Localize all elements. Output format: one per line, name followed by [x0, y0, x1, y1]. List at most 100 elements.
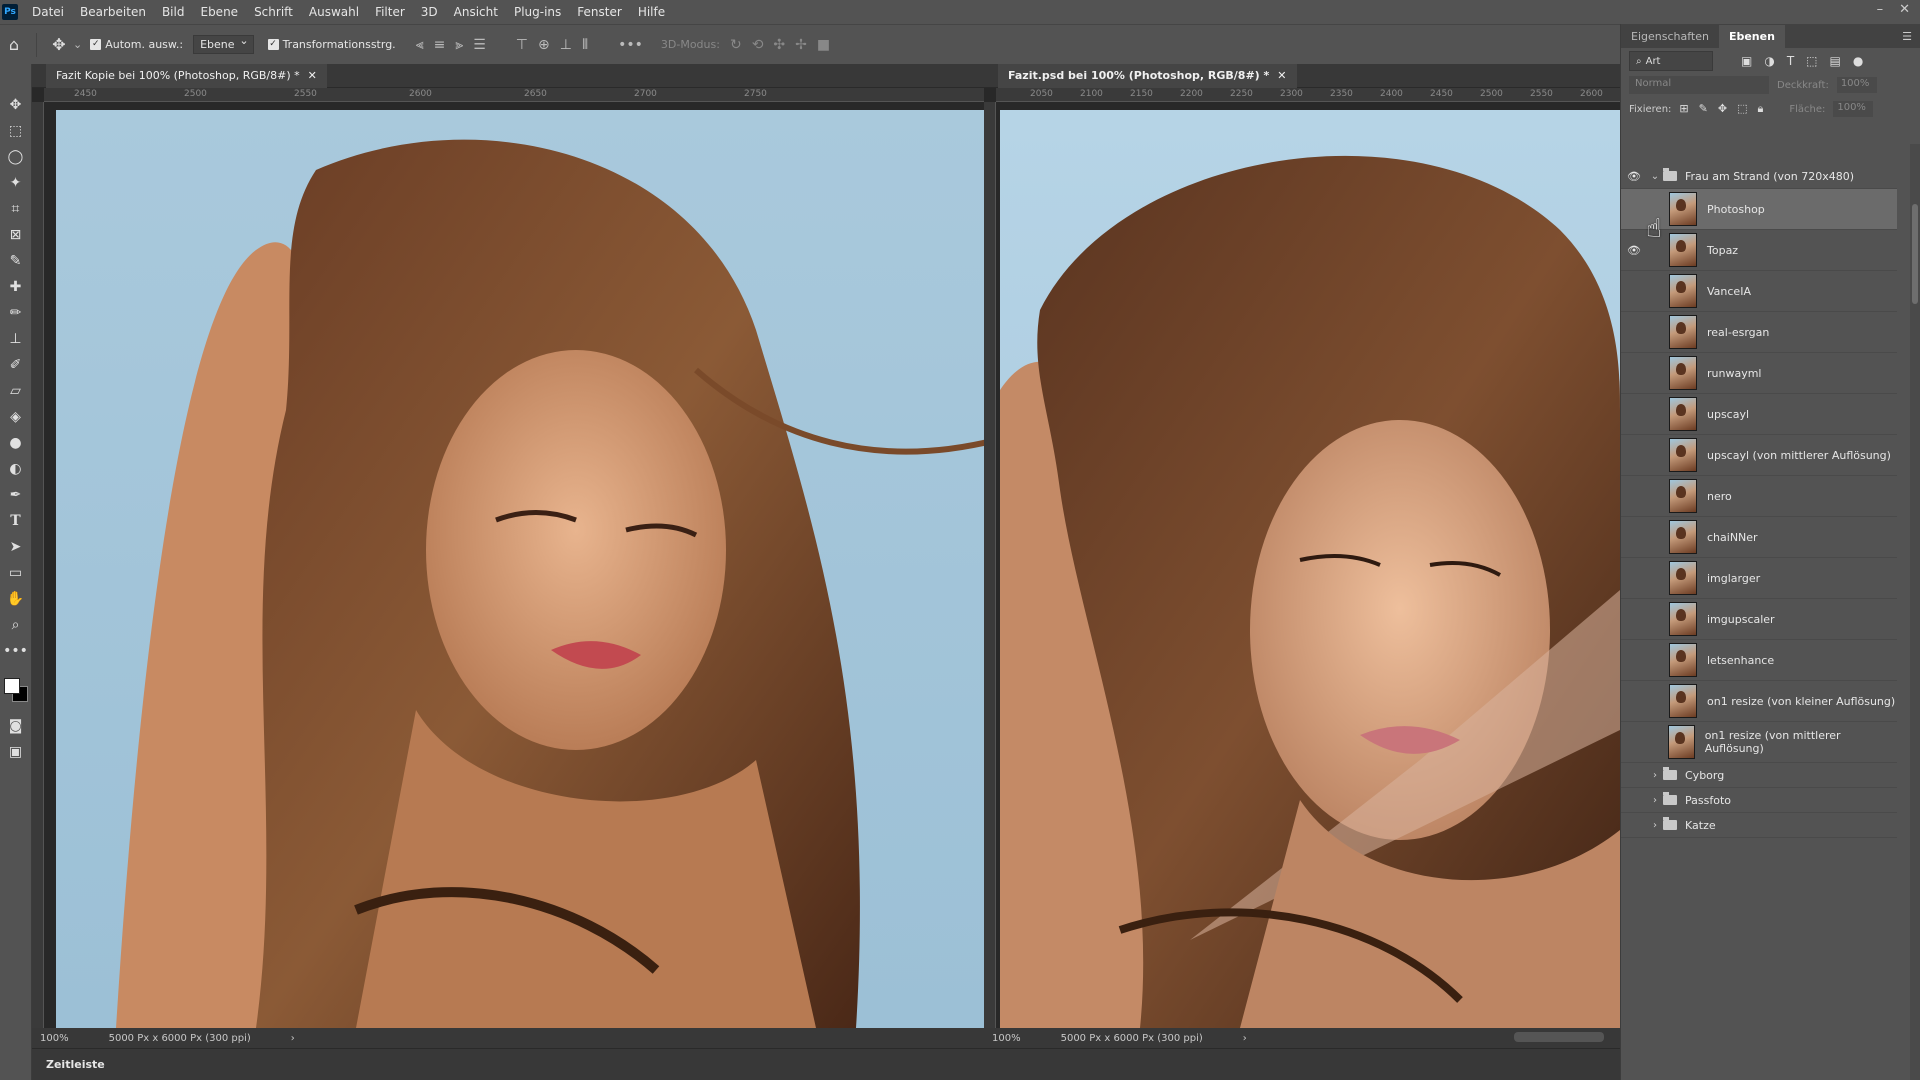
- layer-item[interactable]: upscayl: [1621, 394, 1897, 435]
- visibility-toggle[interactable]: [1621, 203, 1647, 215]
- chevron-down-icon[interactable]: ⌄: [1647, 171, 1663, 182]
- zoom-tool-icon[interactable]: ⌕: [4, 614, 28, 635]
- align-left-icon[interactable]: ⫷: [416, 37, 424, 53]
- align-center-icon[interactable]: ≡: [434, 37, 446, 53]
- lasso-tool-icon[interactable]: ◯: [4, 146, 28, 167]
- marquee-tool-icon[interactable]: ⬚: [4, 120, 28, 141]
- layer-group-closed[interactable]: › Cyborg: [1621, 763, 1897, 788]
- document-tab-left[interactable]: Fazit Kopie bei 100% (Photoshop, RGB/8#)…: [32, 63, 984, 88]
- filter-toggle-icon[interactable]: ●: [1853, 54, 1863, 68]
- lock-pixels-icon[interactable]: ✎: [1699, 102, 1708, 116]
- pen-tool-icon[interactable]: ✒: [4, 484, 28, 505]
- layer-item[interactable]: nero: [1621, 476, 1897, 517]
- status-expand-icon[interactable]: ›: [291, 1033, 295, 1044]
- close-tab-icon[interactable]: ✕: [308, 69, 317, 82]
- layer-item[interactable]: runwayml: [1621, 353, 1897, 394]
- visibility-toggle[interactable]: [1621, 285, 1647, 297]
- chevron-right-icon[interactable]: ›: [1647, 820, 1663, 831]
- menu-ansicht[interactable]: Ansicht: [446, 5, 506, 19]
- canvas-left[interactable]: [56, 110, 996, 1028]
- layer-item[interactable]: 👁︎ Topaz: [1621, 230, 1897, 271]
- tool-preset-chevron-icon[interactable]: ⌄: [73, 38, 82, 51]
- timeline-panel[interactable]: Zeitleiste: [32, 1048, 1620, 1080]
- align-bottom-icon[interactable]: ⊥: [560, 37, 572, 53]
- brush-tool-icon[interactable]: ✏: [4, 302, 28, 323]
- filter-smartobject-icon[interactable]: ▤: [1830, 54, 1841, 68]
- color-swatches[interactable]: [2, 674, 30, 710]
- blur-tool-icon[interactable]: ●: [4, 432, 28, 453]
- lock-all-icon[interactable]: 🔒︎: [1757, 102, 1763, 116]
- lock-artboard-icon[interactable]: ⬚: [1737, 102, 1747, 116]
- foreground-color-swatch[interactable]: [3, 678, 20, 694]
- more-options-icon[interactable]: •••: [618, 37, 643, 53]
- layer-item[interactable]: upscayl (von mittlerer Auflösung): [1621, 435, 1897, 476]
- align-top-icon[interactable]: ⊤: [516, 37, 528, 53]
- zoom-level[interactable]: 100%: [992, 1033, 1021, 1044]
- layer-item[interactable]: Photoshop: [1621, 189, 1897, 230]
- layer-group-closed[interactable]: › Katze: [1621, 813, 1897, 838]
- home-icon[interactable]: ⌂: [0, 31, 28, 59]
- menu-schrift[interactable]: Schrift: [246, 5, 301, 19]
- visibility-toggle[interactable]: [1621, 695, 1647, 707]
- 3d-roll-icon[interactable]: ⟲: [752, 37, 764, 53]
- visibility-toggle[interactable]: [1621, 654, 1647, 666]
- filter-type-icon[interactable]: T: [1787, 54, 1794, 68]
- rectangle-tool-icon[interactable]: ▭: [4, 562, 28, 583]
- filter-shape-icon[interactable]: ⬚: [1806, 54, 1817, 68]
- healing-brush-icon[interactable]: ✚: [4, 276, 28, 297]
- scrollbar-thumb[interactable]: [1912, 204, 1918, 304]
- align-middle-icon[interactable]: ⊕: [538, 37, 550, 53]
- lock-transparency-icon[interactable]: ⊞: [1679, 102, 1688, 116]
- layer-item[interactable]: on1 resize (von kleiner Auflösung): [1621, 681, 1897, 722]
- chevron-right-icon[interactable]: ›: [1647, 795, 1663, 806]
- lock-position-icon[interactable]: ✥: [1718, 102, 1727, 116]
- menu-bearbeiten[interactable]: Bearbeiten: [72, 5, 154, 19]
- layer-item[interactable]: real-esrgan: [1621, 312, 1897, 353]
- tab-layers[interactable]: Ebenen: [1718, 25, 1785, 48]
- visibility-toggle[interactable]: [1621, 408, 1647, 420]
- close-icon[interactable]: ✕: [1899, 2, 1910, 17]
- visibility-toggle[interactable]: [1621, 819, 1647, 831]
- menu-fenster[interactable]: Fenster: [569, 5, 630, 19]
- crop-tool-icon[interactable]: ⌗: [4, 198, 28, 219]
- canvas-right[interactable]: [1000, 110, 1620, 1028]
- horizontal-scrollbar[interactable]: [1514, 1032, 1604, 1042]
- more-tools-icon[interactable]: •••: [3, 640, 28, 661]
- close-tab-icon[interactable]: ✕: [1277, 69, 1286, 82]
- menu-bild[interactable]: Bild: [154, 5, 193, 19]
- visibility-toggle[interactable]: [1621, 326, 1647, 338]
- menu-ebene[interactable]: Ebene: [192, 5, 246, 19]
- visibility-toggle[interactable]: [1621, 736, 1646, 748]
- opacity-input[interactable]: 100%: [1836, 77, 1877, 93]
- visibility-toggle[interactable]: [1621, 531, 1647, 543]
- filter-adjustment-icon[interactable]: ◑: [1764, 54, 1774, 68]
- 3d-orbit-icon[interactable]: ↻: [730, 37, 742, 53]
- status-expand-icon[interactable]: ›: [1243, 1033, 1247, 1044]
- zoom-level[interactable]: 100%: [40, 1033, 69, 1044]
- gradient-tool-icon[interactable]: ◈: [4, 406, 28, 427]
- auto-select-target-dropdown[interactable]: Ebene: [193, 34, 254, 54]
- eyedropper-icon[interactable]: ✎: [4, 250, 28, 271]
- layer-item[interactable]: on1 resize (von mittlerer Auflösung): [1621, 722, 1897, 763]
- layer-group-closed[interactable]: › Passfoto: [1621, 788, 1897, 813]
- distribute-vertical-icon[interactable]: ⦀: [582, 37, 588, 53]
- auto-select-checkbox[interactable]: ✓ Autom. ausw.:: [90, 38, 183, 51]
- eraser-icon[interactable]: ▱: [4, 380, 28, 401]
- layer-group-open[interactable]: 👁︎ ⌄ Frau am Strand (von 720x480): [1621, 164, 1897, 189]
- visibility-toggle[interactable]: [1621, 367, 1647, 379]
- document-tab-right[interactable]: Fazit.psd bei 100% (Photoshop, RGB/8#) *…: [984, 63, 1620, 88]
- minimize-icon[interactable]: –: [1877, 2, 1884, 17]
- visibility-toggle[interactable]: [1621, 794, 1647, 806]
- distribute-icon[interactable]: ☰: [473, 37, 486, 53]
- menu-filter[interactable]: Filter: [367, 5, 413, 19]
- screen-mode-icon[interactable]: ▣: [4, 741, 28, 762]
- magic-wand-icon[interactable]: ✦: [4, 172, 28, 193]
- chevron-right-icon[interactable]: ›: [1647, 770, 1663, 781]
- align-right-icon[interactable]: ⫸: [455, 37, 463, 53]
- dodge-tool-icon[interactable]: ◐: [4, 458, 28, 479]
- history-brush-icon[interactable]: ✐: [4, 354, 28, 375]
- tab-properties[interactable]: Eigenschaften: [1621, 25, 1719, 48]
- menu-datei[interactable]: Datei: [24, 5, 72, 19]
- path-selection-icon[interactable]: ➤: [4, 536, 28, 557]
- visibility-toggle[interactable]: [1621, 572, 1647, 584]
